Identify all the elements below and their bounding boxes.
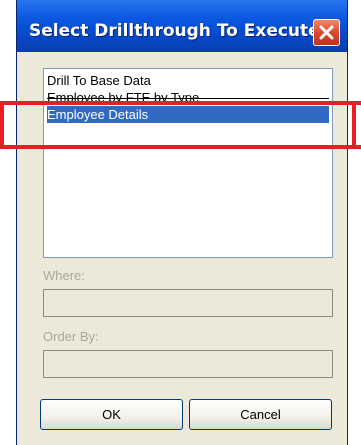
where-label: Where: (43, 268, 85, 283)
red-box-top-edge (47, 98, 329, 99)
order-by-label: Order By: (43, 329, 99, 344)
list-item-drill-to-base-data[interactable]: Drill To Base Data (47, 72, 329, 89)
order-by-field[interactable] (43, 350, 333, 378)
where-field[interactable] (43, 289, 333, 317)
red-highlight-box-right-edge (352, 101, 356, 149)
list-item-label: Employee Details (47, 107, 149, 122)
close-icon (319, 25, 334, 40)
drillthrough-listbox[interactable]: Drill To Base Data Employee by FTE by Ty… (43, 68, 333, 258)
list-item-employee-by-fte-by-type[interactable]: Employee by FTE by Type (47, 89, 329, 106)
dialog-title: Select Drillthrough To Execute (29, 21, 320, 41)
close-button[interactable] (313, 19, 340, 46)
cancel-button[interactable]: Cancel (189, 399, 332, 430)
drillthrough-dialog: Select Drillthrough To Execute Drill To … (16, 0, 348, 445)
title-bar[interactable]: Select Drillthrough To Execute (17, 0, 347, 52)
list-item-employee-details[interactable]: Employee Details (47, 106, 329, 123)
ok-button[interactable]: OK (40, 399, 183, 430)
list-item-label: Drill To Base Data (47, 73, 151, 88)
